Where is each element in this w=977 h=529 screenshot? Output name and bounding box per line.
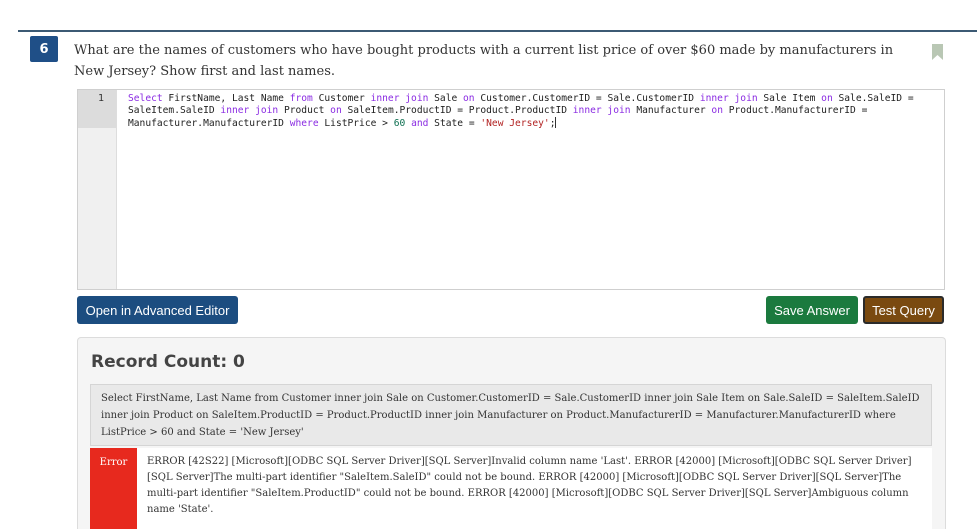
sql-token: inner join	[699, 93, 758, 104]
sql-token: 60	[393, 118, 406, 129]
sql-token: inner join	[572, 105, 631, 116]
sql-token: inner join	[370, 93, 429, 104]
question-number-badge: 6	[30, 36, 58, 62]
bookmark-icon[interactable]	[932, 44, 943, 60]
error-message: ERROR [42S22] [Microsoft][ODBC SQL Serve…	[147, 456, 912, 515]
sql-token: inner join	[220, 105, 279, 116]
record-count: Record Count: 0	[91, 352, 245, 372]
sql-token: from	[289, 93, 313, 104]
sql-token: Select	[128, 93, 163, 104]
question-text: What are the names of customers who have…	[74, 43, 894, 79]
sql-editor[interactable]: 1 Select FirstName, Last Name from Custo…	[77, 89, 945, 290]
error-badge: Error	[90, 448, 137, 529]
sql-token: State =	[428, 118, 481, 129]
sql-token: Customer	[312, 93, 371, 104]
query-result-panel: Record Count: 0 Select FirstName, Last N…	[77, 337, 946, 529]
open-advanced-editor-button[interactable]: Open in Advanced Editor	[77, 296, 238, 324]
sql-token: FirstName, Last Name	[162, 93, 290, 104]
sql-token: where	[289, 118, 319, 129]
sql-token: Customer.CustomerID = Sale.CustomerID	[474, 93, 700, 104]
sql-token: ListPrice >	[318, 118, 394, 129]
sql-code[interactable]: Select FirstName, Last Name from Custome…	[128, 93, 940, 130]
line-number: 1	[78, 90, 116, 128]
query-echo: Select FirstName, Last Name from Custome…	[90, 384, 932, 446]
test-query-button[interactable]: Test Query	[863, 296, 944, 324]
sql-token: Product	[278, 105, 331, 116]
text-cursor	[555, 117, 557, 128]
sql-token: on	[330, 105, 342, 116]
sql-token: 'New Jersey'	[480, 118, 550, 129]
error-row: Error ERROR [42S22] [Microsoft][ODBC SQL…	[90, 448, 932, 529]
sql-token: Manufacturer	[630, 105, 712, 116]
sql-token: Sale Item	[757, 93, 822, 104]
sql-token: on	[821, 93, 833, 104]
sql-token: and	[411, 118, 429, 129]
sql-token: Sale	[428, 93, 464, 104]
sql-token: on	[711, 105, 723, 116]
sql-token: on	[463, 93, 475, 104]
save-answer-button[interactable]: Save Answer	[766, 296, 858, 324]
top-divider	[18, 30, 977, 32]
sql-token: SaleItem.ProductID = Product.ProductID	[341, 105, 573, 116]
